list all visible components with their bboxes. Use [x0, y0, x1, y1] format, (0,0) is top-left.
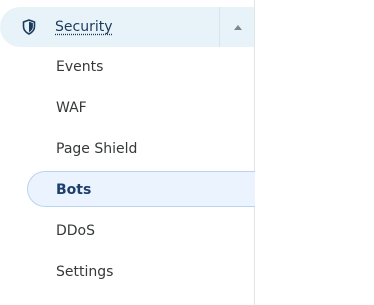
sidebar-item-page-shield[interactable]: Page Shield — [56, 141, 137, 157]
sidebar-group-label: Security — [55, 19, 113, 35]
sidebar-group-security[interactable]: Security — [0, 7, 254, 47]
shield-icon — [20, 18, 38, 36]
collapse-toggle-button[interactable] — [219, 7, 255, 47]
sidebar-item-settings[interactable]: Settings — [56, 264, 113, 280]
sidebar: Security Events WAF Page Shield Bots DDo… — [0, 0, 255, 305]
sidebar-item-bots[interactable]: Bots — [56, 182, 91, 198]
chevron-up-icon — [233, 24, 242, 30]
sidebar-item-events[interactable]: Events — [56, 59, 103, 75]
main-content-area — [255, 0, 374, 305]
sidebar-item-ddos[interactable]: DDoS — [56, 223, 95, 239]
sidebar-item-waf[interactable]: WAF — [56, 100, 87, 116]
